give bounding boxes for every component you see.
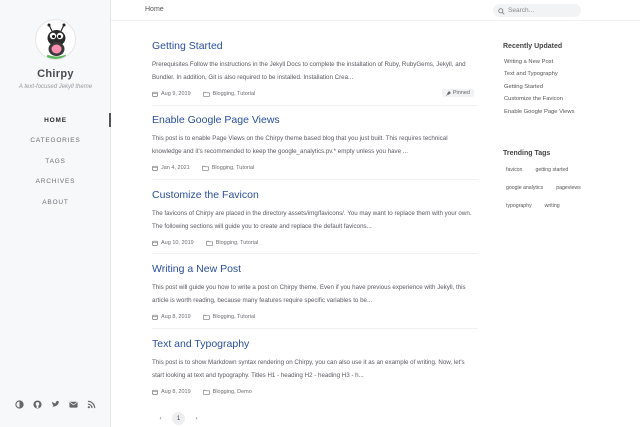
- recently-updated-heading: Recently Updated: [503, 43, 563, 50]
- pinned-badge: Pinned: [441, 89, 474, 97]
- folder-icon: [202, 314, 210, 320]
- post-meta: Aug 9, 2019 Blogging, Tutorial Pinned: [152, 89, 478, 97]
- post-title[interactable]: Writing a New Post: [152, 263, 478, 276]
- nav-item-tags[interactable]: TAGS: [0, 151, 111, 172]
- post-date-text: Aug 8, 2019: [161, 389, 191, 395]
- post-categories: Blogging, Tutorial: [202, 314, 256, 320]
- theme-toggle-icon[interactable]: [15, 400, 24, 409]
- post-title[interactable]: Customize the Favicon: [152, 189, 478, 202]
- post-date: Aug 8, 2019: [152, 389, 191, 395]
- nav-item-categories[interactable]: CATEGORIES: [0, 131, 111, 152]
- calendar-icon: [152, 91, 158, 97]
- post-excerpt: The favicons of Chirpy are placed in the…: [152, 210, 472, 230]
- calendar-icon: [152, 240, 158, 246]
- post-title[interactable]: Enable Google Page Views: [152, 114, 478, 127]
- search-input[interactable]: Search...: [508, 7, 534, 14]
- sidebar: Chirpy A text-focused Jekyll theme HOME …: [0, 0, 111, 427]
- post-excerpt: Prerequisites Follow the instructions in…: [152, 61, 466, 81]
- recent-link[interactable]: Writing a New Post: [504, 58, 574, 70]
- post-excerpt: This post is to enable Page Views on the…: [152, 135, 448, 155]
- folder-icon: [202, 91, 210, 97]
- post-title[interactable]: Getting Started: [152, 40, 478, 53]
- nav-item-about[interactable]: ABOUT: [0, 192, 111, 213]
- tag-getting-started[interactable]: getting started: [531, 165, 572, 175]
- post-card[interactable]: Getting Started Prerequisites Follow the…: [152, 40, 478, 97]
- post-divider: [152, 179, 478, 180]
- post-categories: Blogging, Tutorial: [205, 240, 259, 246]
- post-card[interactable]: Customize the Favicon The favicons of Ch…: [152, 189, 478, 246]
- github-icon[interactable]: [33, 400, 42, 409]
- search-icon: [498, 2, 505, 20]
- post-meta: Aug 8, 2019 Blogging, Demo: [152, 389, 478, 395]
- post-categories-text[interactable]: Blogging, Tutorial: [213, 314, 256, 320]
- sidebar-bottom-links: [15, 400, 96, 409]
- pinned-label: Pinned: [452, 90, 470, 96]
- post-date-text: Jan 4, 2021: [161, 165, 190, 171]
- post-excerpt: This post will guide you how to write a …: [152, 284, 466, 304]
- calendar-icon: [152, 389, 158, 395]
- post-meta: Jan 4, 2021 Blogging, Tutorial: [152, 165, 478, 171]
- folder-icon: [202, 165, 209, 171]
- post-excerpt: This post is to show Markdown syntax ren…: [152, 359, 465, 379]
- tag-google-analytics[interactable]: google analytics: [502, 183, 547, 193]
- post-categories-text[interactable]: Blogging, Tutorial: [213, 91, 256, 97]
- post-card[interactable]: Enable Google Page Views This post is to…: [152, 114, 478, 171]
- post-date-text: Aug 8, 2019: [161, 314, 191, 320]
- rss-icon[interactable]: [87, 400, 96, 409]
- pin-icon: [446, 90, 451, 96]
- post-categories: Blogging, Tutorial: [202, 91, 256, 97]
- recently-updated-list: Writing a New Post Text and Typography G…: [504, 58, 574, 120]
- post-date: Aug 8, 2019: [152, 314, 191, 320]
- trending-tags-heading: Trending Tags: [503, 150, 551, 157]
- trending-tags: favicon getting started google analytics…: [502, 165, 612, 211]
- post-card[interactable]: Text and Typography This post is to show…: [152, 338, 478, 395]
- post-meta: Aug 10, 2019 Blogging, Tutorial: [152, 240, 478, 246]
- sidebar-nav: HOME CATEGORIES TAGS ARCHIVES ABOUT: [0, 110, 111, 213]
- post-card[interactable]: Writing a New Post This post will guide …: [152, 263, 478, 320]
- post-divider: [152, 328, 478, 329]
- post-categories-text[interactable]: Blogging, Demo: [213, 389, 252, 395]
- post-meta: Aug 8, 2019 Blogging, Tutorial: [152, 314, 478, 320]
- recent-link[interactable]: Customize the Favicon: [504, 95, 574, 107]
- recent-link[interactable]: Enable Google Page Views: [504, 108, 574, 120]
- site-subtitle: A text-focused Jekyll theme: [18, 84, 93, 90]
- post-categories: Blogging, Tutorial: [202, 165, 255, 171]
- tag-favicon[interactable]: favicon: [502, 165, 526, 175]
- site-title[interactable]: Chirpy: [0, 68, 111, 80]
- tag-writing[interactable]: writing: [541, 201, 564, 211]
- post-categories-text[interactable]: Blogging, Tutorial: [212, 165, 255, 171]
- post-title[interactable]: Text and Typography: [152, 338, 478, 351]
- folder-icon: [205, 240, 213, 246]
- post-divider: [152, 105, 478, 106]
- recent-link[interactable]: Text and Typography: [504, 70, 574, 82]
- avatar[interactable]: [35, 19, 76, 60]
- folder-icon: [202, 389, 210, 395]
- post-date: Jan 4, 2021: [152, 165, 190, 171]
- recent-link[interactable]: Getting Started: [504, 83, 574, 95]
- nav-item-home[interactable]: HOME: [0, 110, 111, 131]
- pagination: ‹ 1 ›: [154, 412, 203, 425]
- post-date: Aug 9, 2019: [152, 91, 191, 97]
- post-divider: [152, 253, 478, 254]
- search-box[interactable]: Search...: [493, 4, 581, 17]
- email-icon[interactable]: [69, 400, 78, 409]
- breadcrumb[interactable]: Home: [145, 6, 164, 13]
- pagination-page-1[interactable]: 1: [172, 412, 185, 425]
- topbar: Home Search...: [111, 0, 640, 21]
- post-date: Aug 10, 2019: [152, 240, 194, 246]
- calendar-icon: [152, 314, 158, 320]
- post-categories: Blogging, Demo: [202, 389, 252, 395]
- tag-typography[interactable]: typography: [502, 201, 536, 211]
- post-categories-text[interactable]: Blogging, Tutorial: [216, 240, 259, 246]
- calendar-icon: [152, 165, 158, 171]
- twitter-icon[interactable]: [51, 400, 60, 409]
- post-date-text: Aug 9, 2019: [161, 91, 191, 97]
- post-date-text: Aug 10, 2019: [161, 240, 194, 246]
- nav-item-archives[interactable]: ARCHIVES: [0, 172, 111, 193]
- tag-pageviews[interactable]: pageviews: [552, 183, 585, 193]
- pagination-next-button[interactable]: ›: [190, 412, 203, 425]
- pagination-prev-button[interactable]: ‹: [154, 412, 167, 425]
